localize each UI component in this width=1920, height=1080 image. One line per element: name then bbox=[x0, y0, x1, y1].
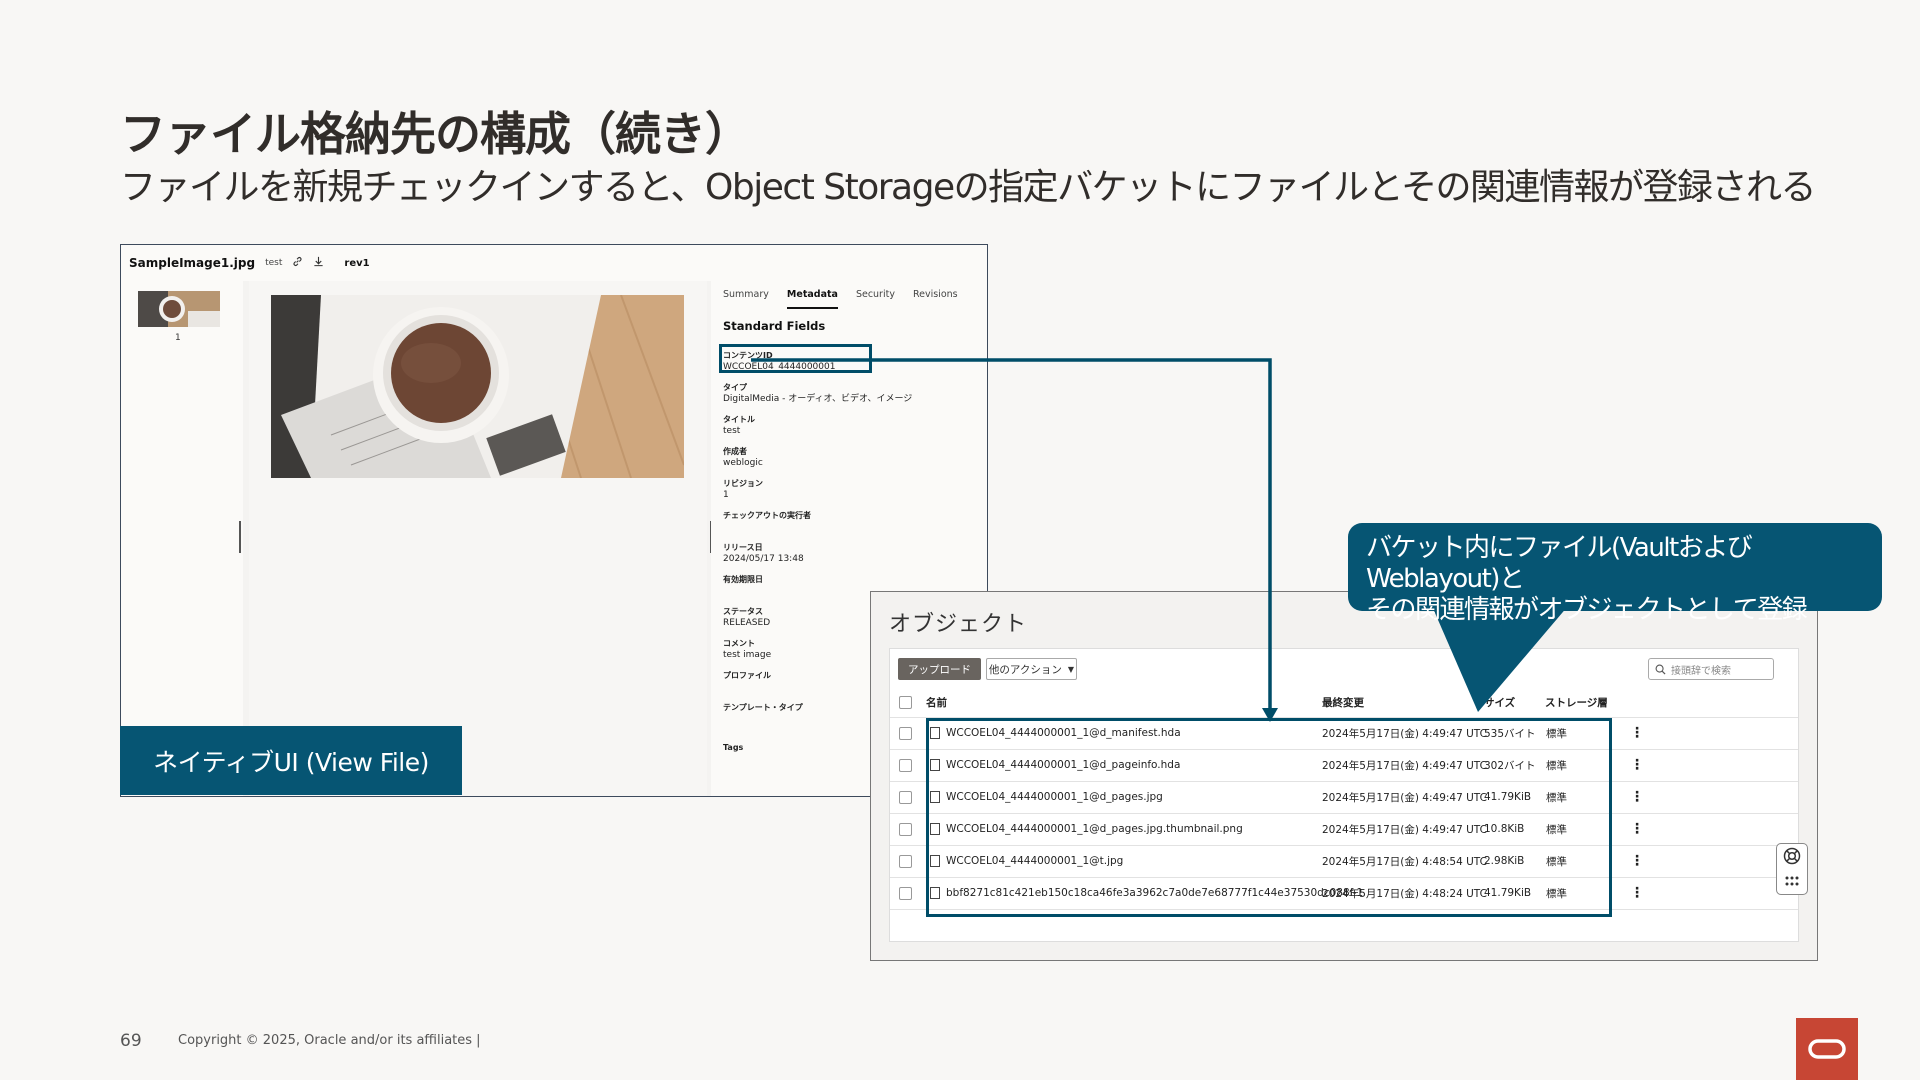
field-value: DigitalMedia - オーディオ、ビデオ、イメージ bbox=[723, 393, 913, 404]
column-last-modified[interactable]: 最終変更 bbox=[1322, 687, 1364, 717]
objects-highlight-box bbox=[926, 718, 1612, 917]
objects-title: オブジェクト bbox=[889, 612, 1028, 637]
row-checkbox[interactable] bbox=[899, 790, 912, 804]
metadata-tabs: Summary Metadata Security Revisions bbox=[723, 289, 958, 309]
link-icon[interactable] bbox=[292, 256, 303, 270]
field-value: RELEASED bbox=[723, 617, 771, 628]
field-template-type: テンプレート・タイプ bbox=[723, 703, 803, 714]
revision-label: rev1 bbox=[344, 257, 370, 269]
field-title: タイトル test bbox=[723, 415, 755, 436]
row-actions-icon[interactable]: ⋮ bbox=[1630, 781, 1644, 813]
slide-subtitle: ファイルを新規チェックインすると、Object Storageの指定バケットにフ… bbox=[120, 167, 1817, 208]
field-key: プロファイル bbox=[723, 671, 771, 680]
select-all-checkbox[interactable] bbox=[899, 695, 912, 709]
search-input[interactable]: 接頭辞で検索 bbox=[1648, 658, 1774, 680]
field-value: test bbox=[723, 425, 741, 436]
field-key: 作成者 bbox=[723, 447, 747, 456]
row-checkbox[interactable] bbox=[899, 726, 912, 740]
file-header: SampleImage1.jpg test rev1 bbox=[121, 245, 987, 281]
tab-security[interactable]: Security bbox=[856, 289, 895, 309]
field-value: 2024/05/17 13:48 bbox=[723, 553, 804, 564]
field-status: ステータス RELEASED bbox=[723, 607, 770, 628]
field-checked-out-by: チェックアウトの実行者 bbox=[723, 511, 811, 522]
row-checkbox[interactable] bbox=[899, 822, 912, 836]
upload-button[interactable]: アップロード bbox=[898, 658, 981, 680]
oracle-logo bbox=[1796, 1018, 1858, 1080]
column-storage-tier[interactable]: ストレージ層 bbox=[1545, 687, 1608, 717]
callout-line-2: その関連情報がオブジェクトとして登録 bbox=[1366, 595, 1808, 625]
field-key: リリース日 bbox=[723, 543, 763, 552]
row-actions-icon[interactable]: ⋮ bbox=[1630, 717, 1644, 749]
field-value: weblogic bbox=[723, 457, 763, 468]
field-revision: リビジョン 1 bbox=[723, 479, 763, 500]
field-key: タイプ bbox=[723, 383, 747, 392]
row-checkbox[interactable] bbox=[899, 758, 912, 772]
row-actions-icon[interactable]: ⋮ bbox=[1630, 749, 1644, 781]
field-profile: プロファイル bbox=[723, 671, 771, 682]
tab-revisions[interactable]: Revisions bbox=[913, 289, 958, 309]
preview-image bbox=[271, 295, 684, 478]
field-key: テンプレート・タイプ bbox=[723, 703, 803, 712]
thumbnail-column: 1 bbox=[121, 281, 243, 796]
help-widget[interactable] bbox=[1776, 843, 1808, 895]
field-comment: コメント test image bbox=[723, 639, 771, 660]
field-key: タイトル bbox=[723, 415, 755, 424]
field-key: 有効期限日 bbox=[723, 575, 763, 584]
field-value: test image bbox=[723, 649, 772, 660]
row-actions-icon[interactable]: ⋮ bbox=[1630, 877, 1644, 909]
field-release-date: リリース日 2024/05/17 13:48 bbox=[723, 543, 804, 564]
field-key: リビジョン bbox=[723, 479, 763, 488]
field-key: ステータス bbox=[723, 607, 763, 616]
thumbnail-page-number: 1 bbox=[175, 333, 181, 343]
row-checkbox[interactable] bbox=[899, 854, 912, 868]
column-size[interactable]: サイズ bbox=[1484, 687, 1515, 717]
field-key: Tags bbox=[723, 743, 744, 752]
field-type: タイプ DigitalMedia - オーディオ、ビデオ、イメージ bbox=[723, 383, 912, 404]
search-placeholder: 接頭辞で検索 bbox=[1671, 665, 1731, 677]
row-actions-icon[interactable]: ⋮ bbox=[1630, 813, 1644, 845]
row-checkbox[interactable] bbox=[899, 886, 912, 900]
copyright-text: Copyright © 2025, Oracle and/or its affi… bbox=[178, 1033, 481, 1048]
row-actions-icon[interactable]: ⋮ bbox=[1630, 845, 1644, 877]
file-name: SampleImage1.jpg bbox=[129, 256, 256, 270]
callout-bubble: バケット内にファイル(VaultおよびWeblayout)と その関連情報がオブ… bbox=[1348, 523, 1882, 625]
more-actions-label: 他のアクション bbox=[988, 663, 1062, 676]
apps-grid-icon[interactable] bbox=[1784, 875, 1800, 891]
page-number: 69 bbox=[120, 1031, 142, 1051]
left-splitter-handle[interactable] bbox=[239, 521, 241, 553]
field-key: コメント bbox=[723, 639, 755, 648]
search-icon bbox=[1655, 664, 1666, 675]
caret-down-icon: ▼ bbox=[1067, 664, 1075, 674]
tab-metadata[interactable]: Metadata bbox=[786, 289, 838, 309]
file-tag: test bbox=[265, 258, 283, 268]
field-tags: Tags bbox=[723, 743, 743, 754]
native-ui-label: ネイティブUI (View File) bbox=[120, 726, 462, 795]
field-key: チェックアウトの実行者 bbox=[723, 511, 811, 520]
page-thumbnail[interactable] bbox=[138, 291, 220, 327]
field-author: 作成者 weblogic bbox=[723, 447, 763, 468]
lifebuoy-icon[interactable] bbox=[1783, 847, 1801, 869]
column-name[interactable]: 名前 bbox=[926, 687, 947, 717]
field-value: 1 bbox=[723, 489, 729, 500]
table-header-row: 名前 最終変更 サイズ ストレージ層 bbox=[890, 687, 1798, 718]
native-ui-screenshot: SampleImage1.jpg test rev1 1 Summary Met… bbox=[120, 244, 988, 797]
content-id-highlight-box bbox=[719, 344, 872, 373]
tab-summary[interactable]: Summary bbox=[723, 289, 769, 309]
callout-line-1: バケット内にファイル(VaultおよびWeblayout)と bbox=[1366, 533, 1753, 594]
field-expiration-date: 有効期限日 bbox=[723, 575, 763, 586]
download-icon[interactable] bbox=[313, 256, 324, 270]
slide-title: ファイル格納先の構成（続き） bbox=[120, 107, 751, 161]
standard-fields-heading: Standard Fields bbox=[723, 319, 826, 333]
more-actions-button[interactable]: 他のアクション ▼ bbox=[986, 658, 1077, 680]
